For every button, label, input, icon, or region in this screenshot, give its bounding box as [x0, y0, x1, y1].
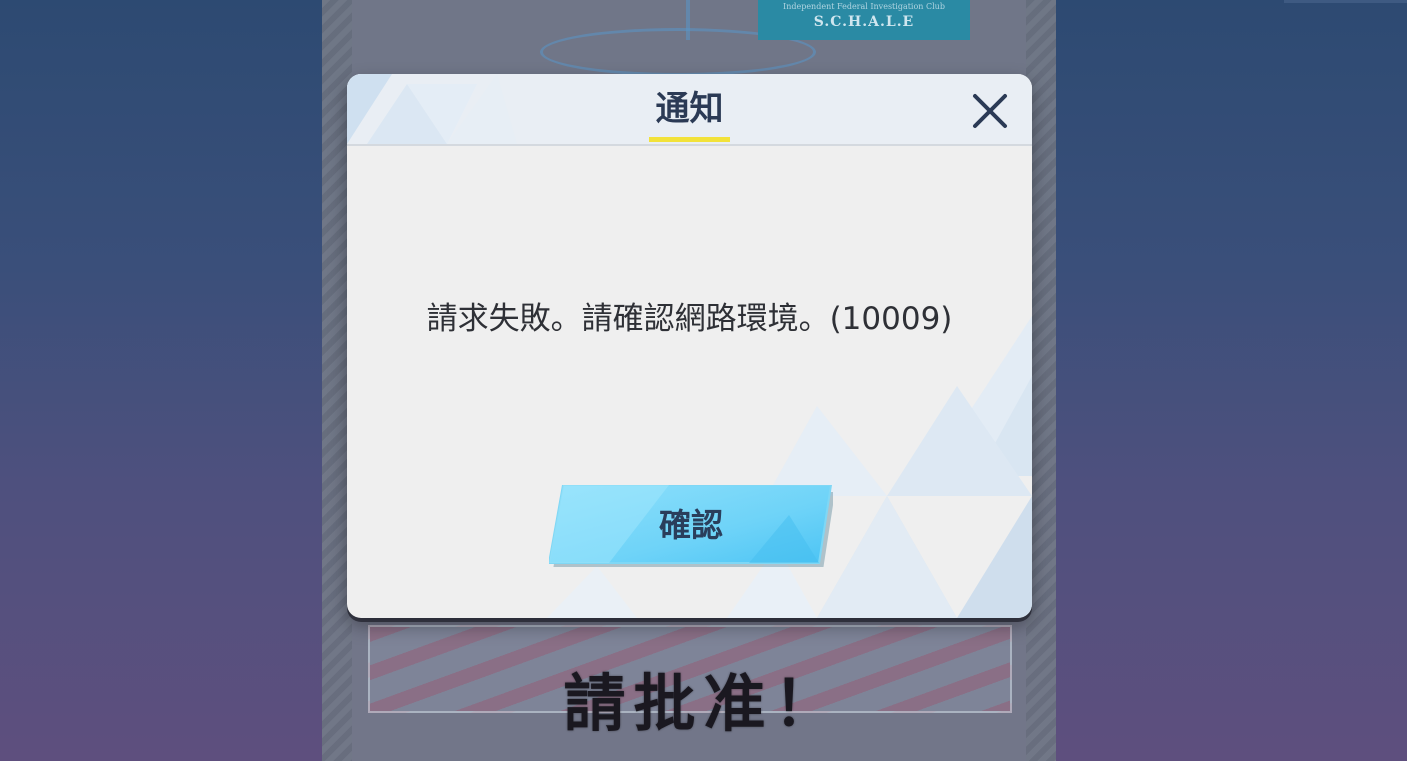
- badge-subtitle: Independent Federal Investigation Club: [783, 2, 945, 11]
- title-underline: [649, 137, 730, 142]
- confirm-button[interactable]: 確認: [549, 485, 833, 567]
- confirm-button-label: 確認: [658, 506, 723, 544]
- top-right-tab: [1284, 0, 1407, 3]
- badge-title: S.C.H.A.L.E: [813, 14, 915, 30]
- notification-dialog: 通知 請求失敗。請確認網路環境。(10009) 確認: [347, 74, 1032, 618]
- dialog-title: 通知: [655, 89, 724, 129]
- schale-badge: Independent Federal Investigation Club S…: [758, 0, 970, 40]
- dialog-header: 通知: [347, 74, 1032, 146]
- emblem-stem: [686, 0, 690, 40]
- close-icon: [973, 94, 1007, 128]
- poster-caption: 請批准！: [563, 667, 844, 740]
- game-screen: Independent Federal Investigation Club S…: [0, 0, 1407, 761]
- error-message: 請求失敗。請確認網路環境。(10009): [426, 301, 953, 337]
- close-button[interactable]: [971, 92, 1009, 130]
